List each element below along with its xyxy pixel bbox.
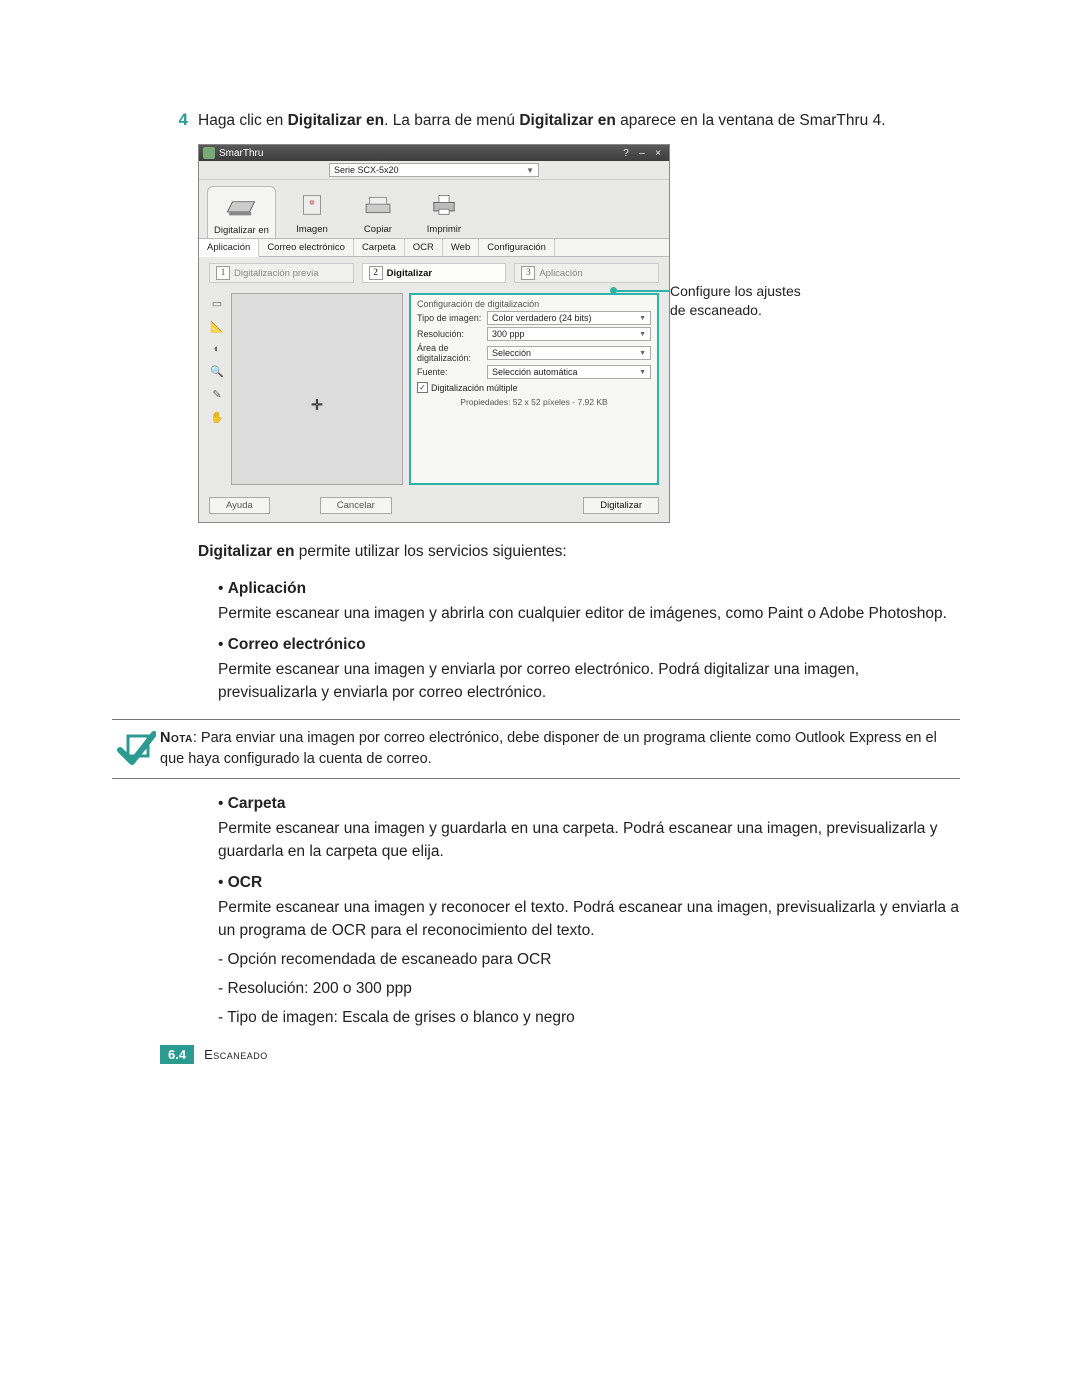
ruler-tool-icon[interactable]: 📐 bbox=[210, 320, 224, 333]
crosshair-icon: ✛ bbox=[311, 396, 323, 413]
select-resolucion[interactable]: 300 ppp▼ bbox=[487, 327, 651, 341]
label-area: Área de digitalización: bbox=[417, 343, 487, 363]
subtab-carpeta[interactable]: Carpeta bbox=[354, 239, 405, 256]
select-fuente[interactable]: Selección automática▼ bbox=[487, 365, 651, 379]
label-fuente: Fuente: bbox=[417, 367, 487, 377]
help-button[interactable]: Ayuda bbox=[209, 497, 270, 514]
tab-imagen[interactable]: Imagen bbox=[282, 186, 342, 238]
subtab-aplicacion[interactable]: Aplicación bbox=[199, 239, 259, 257]
cancel-button[interactable]: Cancelar bbox=[320, 497, 392, 514]
step-number: 4 bbox=[160, 110, 188, 130]
steptab-digitalizar[interactable]: 2Digitalizar bbox=[362, 263, 507, 283]
wand-tool-icon[interactable]: ✎ bbox=[212, 388, 221, 401]
page-number: 6.4 bbox=[160, 1045, 194, 1064]
hand-tool-icon[interactable]: ✋ bbox=[210, 411, 224, 424]
properties-text: Propiedades: 52 x 52 píxeles - 7.92 KB bbox=[417, 397, 651, 407]
subtab-web[interactable]: Web bbox=[443, 239, 479, 256]
label-resolucion: Resolución: bbox=[417, 329, 487, 339]
ocr-tip-1: - Opción recomendada de escaneado para O… bbox=[218, 949, 960, 972]
window-title: SmarThru bbox=[219, 148, 263, 159]
device-select[interactable]: Serie SCX-5x20 ▼ bbox=[329, 163, 539, 177]
scan-button[interactable]: Digitalizar bbox=[583, 497, 659, 514]
intro-line: Digitalizar en permite utilizar los serv… bbox=[198, 541, 960, 564]
window-titlebar: SmarThru ? – × bbox=[199, 145, 669, 161]
bullet-correo: • Correo electrónico Permite escanear un… bbox=[218, 634, 960, 705]
step-text: Haga clic en Digitalizar en. La barra de… bbox=[198, 110, 960, 132]
chevron-down-icon: ▼ bbox=[639, 315, 646, 322]
app-icon bbox=[203, 147, 215, 159]
smarthru-screenshot: SmarThru ? – × Serie SCX-5x20 ▼ Digitali… bbox=[198, 144, 670, 523]
select-tipo-imagen[interactable]: Color verdadero (24 bits)▼ bbox=[487, 311, 651, 325]
chevron-down-icon: ▼ bbox=[639, 331, 646, 338]
close-icon[interactable]: × bbox=[651, 147, 665, 159]
callout-text: Configure los ajustes de escaneado. bbox=[670, 144, 810, 320]
chevron-down-icon: ▼ bbox=[526, 166, 534, 175]
preview-area[interactable]: ✛ bbox=[231, 293, 403, 485]
scanner-icon bbox=[217, 189, 265, 223]
zoom-tool-icon[interactable]: 🔍 bbox=[210, 365, 224, 378]
copier-icon bbox=[354, 188, 402, 222]
subtab-correo[interactable]: Correo electrónico bbox=[259, 239, 354, 256]
bullet-aplicacion: • Aplicación Permite escanear una imagen… bbox=[218, 578, 960, 626]
adjust-tool-icon[interactable]: ◐ bbox=[214, 343, 221, 355]
tool-column: ▭ 📐 ◐ 🔍 ✎ ✋ bbox=[209, 293, 225, 485]
steptab-preview[interactable]: 1Digitalización previa bbox=[209, 263, 354, 283]
subtab-ocr[interactable]: OCR bbox=[405, 239, 443, 256]
subtab-config[interactable]: Configuración bbox=[479, 239, 555, 256]
tab-copiar[interactable]: Copiar bbox=[348, 186, 408, 238]
select-tool-icon[interactable]: ▭ bbox=[212, 297, 222, 310]
ocr-tip-2: - Resolución: 200 o 300 ppp bbox=[218, 978, 960, 1001]
label-tipo-imagen: Tipo de imagen: bbox=[417, 313, 487, 323]
note-checkmark-icon bbox=[112, 728, 160, 770]
tab-digitalizar-en[interactable]: Digitalizar en bbox=[207, 186, 276, 238]
settings-caption: Configuración de digitalización bbox=[417, 299, 651, 309]
minimize-icon[interactable]: – bbox=[635, 147, 649, 159]
help-icon[interactable]: ? bbox=[619, 147, 633, 159]
checkbox-multiple[interactable]: ✓Digitalización múltiple bbox=[417, 382, 651, 393]
steptab-aplicacion[interactable]: 3Aplicación bbox=[514, 263, 659, 283]
chevron-down-icon: ▼ bbox=[639, 369, 646, 376]
select-area[interactable]: Selección▼ bbox=[487, 346, 651, 360]
ocr-tip-3: - Tipo de imagen: Escala de grises o bla… bbox=[218, 1007, 960, 1030]
image-icon bbox=[288, 188, 336, 222]
note-label: Nota bbox=[160, 730, 193, 746]
section-name: Escaneado bbox=[204, 1047, 268, 1062]
bullet-ocr: • OCR Permite escanear una imagen y reco… bbox=[218, 872, 960, 943]
page-footer: 6.4 Escaneado bbox=[160, 1045, 268, 1064]
scan-settings-panel: Configuración de digitalización Tipo de … bbox=[409, 293, 659, 485]
printer-icon bbox=[420, 188, 468, 222]
chevron-down-icon: ▼ bbox=[639, 350, 646, 357]
bullet-carpeta: • Carpeta Permite escanear una imagen y … bbox=[218, 793, 960, 864]
tab-imprimir[interactable]: Imprimir bbox=[414, 186, 474, 238]
note-block: Nota: Para enviar una imagen por correo … bbox=[112, 719, 960, 779]
